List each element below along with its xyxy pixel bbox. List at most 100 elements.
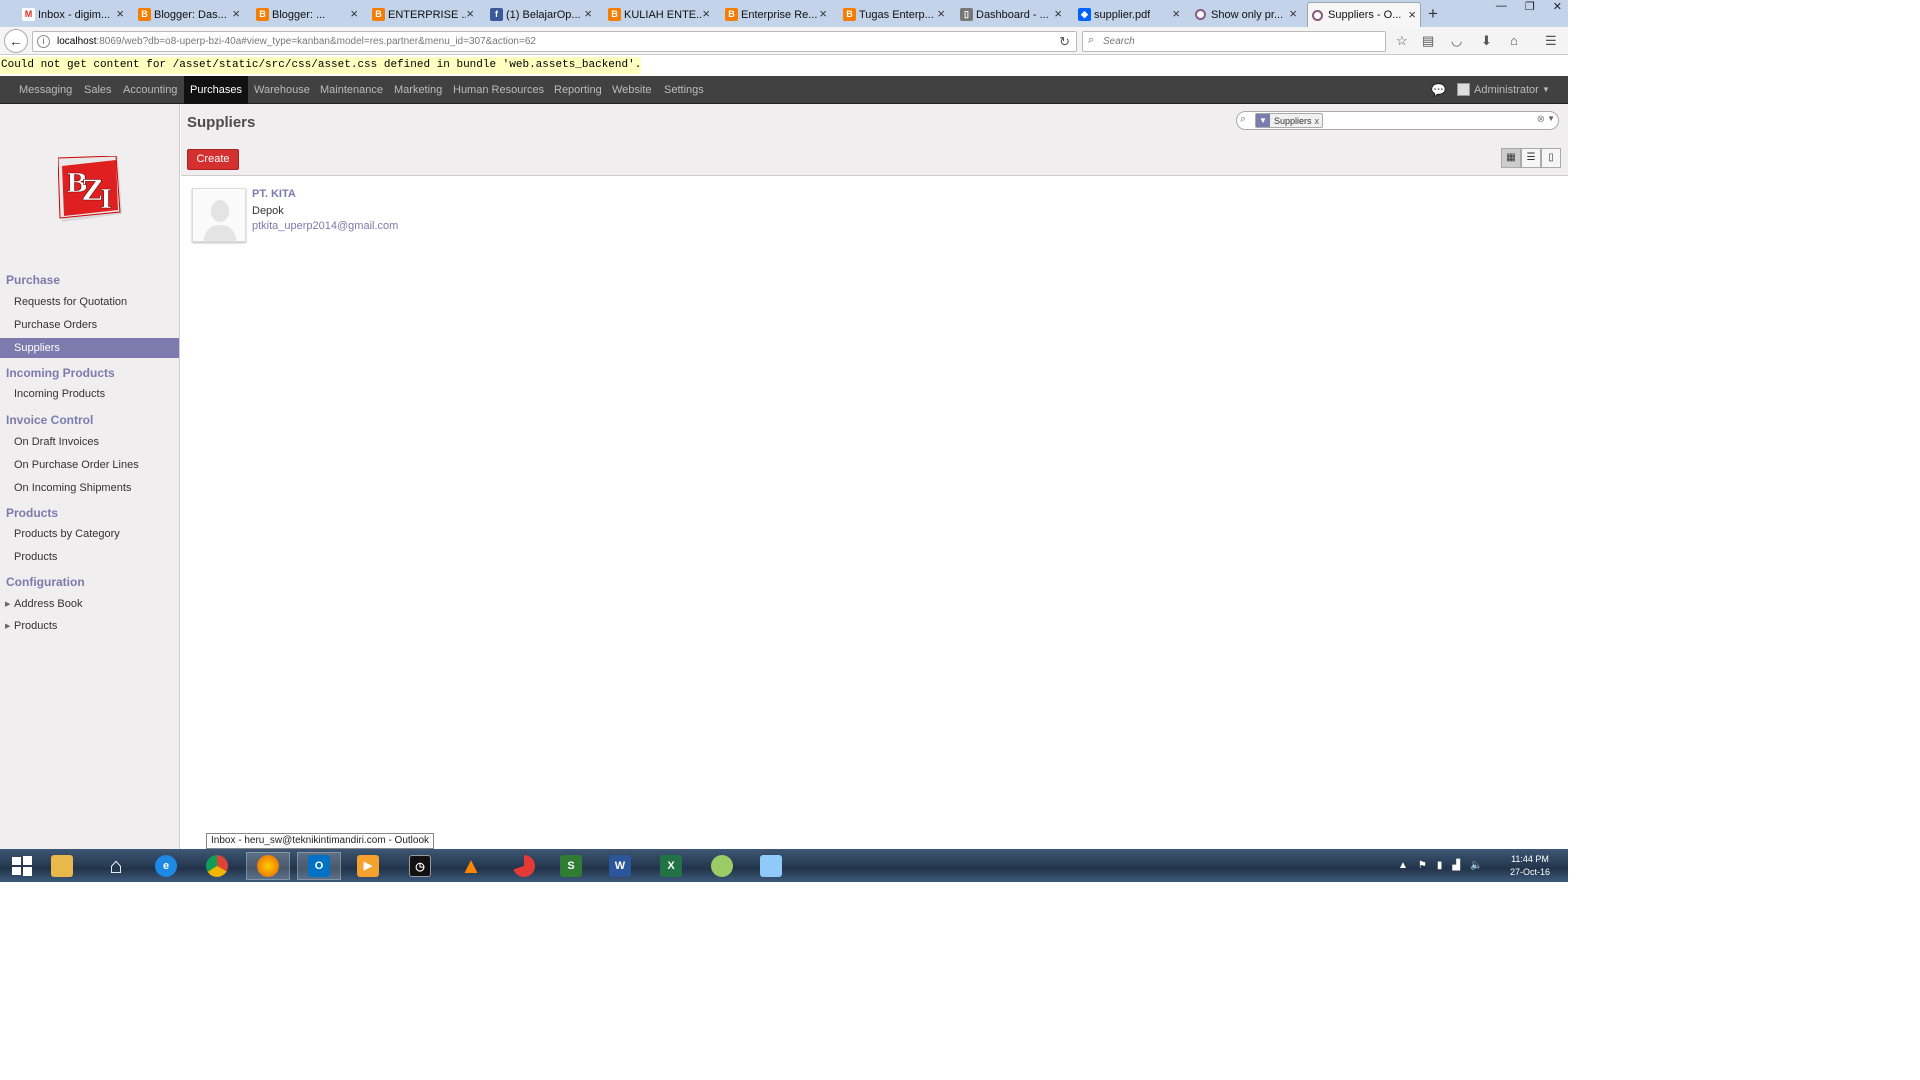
chrome-icon[interactable] bbox=[195, 852, 239, 880]
minimize-icon[interactable]: — bbox=[1496, 0, 1507, 13]
info-icon[interactable]: i bbox=[37, 35, 50, 48]
create-button[interactable]: Create bbox=[187, 149, 239, 170]
close-icon[interactable]: × bbox=[1408, 8, 1416, 21]
new-tab-icon[interactable]: + bbox=[1428, 4, 1438, 24]
pocket-icon[interactable]: ◡ bbox=[1451, 33, 1462, 49]
sidebar-item-on-purchase-order-lines[interactable]: On Purchase Order Lines bbox=[0, 455, 179, 475]
close-icon[interactable]: × bbox=[937, 7, 945, 20]
menu-item-accounting[interactable]: Accounting bbox=[117, 76, 183, 104]
menu-item-sales[interactable]: Sales bbox=[78, 76, 118, 104]
browser-tab[interactable]: ◆ supplier.pdf × bbox=[1074, 2, 1184, 27]
close-icon[interactable]: × bbox=[232, 7, 240, 20]
menu-item-human-resources[interactable]: Human Resources bbox=[447, 76, 550, 104]
browser-tab[interactable]: f (1) BelajarOp... × bbox=[486, 2, 596, 27]
volume-icon[interactable]: 🔈 bbox=[1470, 860, 1482, 871]
flag-icon[interactable]: ⚑ bbox=[1418, 860, 1427, 871]
close-icon[interactable]: × bbox=[584, 7, 592, 20]
kanban-view-button[interactable]: ▦ bbox=[1501, 148, 1521, 168]
browser-tab[interactable]: B Tugas Enterp... × bbox=[839, 2, 949, 27]
sidebar-item-purchase-orders[interactable]: Purchase Orders bbox=[0, 315, 179, 335]
browser-tab-active[interactable]: Suppliers - O... × bbox=[1307, 2, 1421, 27]
sidebar-item-requests-for-quotation[interactable]: Requests for Quotation bbox=[0, 292, 179, 312]
close-icon[interactable]: × bbox=[350, 7, 358, 20]
excel-icon[interactable]: X bbox=[649, 852, 693, 880]
reading-list-icon[interactable]: ▤ bbox=[1422, 33, 1434, 49]
sidebar-item-address-book[interactable]: Address Book bbox=[0, 594, 179, 614]
close-icon[interactable]: × bbox=[466, 7, 474, 20]
bookmark-star-icon[interactable]: ☆ bbox=[1396, 33, 1408, 49]
browser-tab[interactable]: ▯ Dashboard - ... × bbox=[956, 2, 1066, 27]
browser-tab[interactable]: B Enterprise Re... × bbox=[721, 2, 831, 27]
start-button[interactable] bbox=[0, 852, 44, 880]
close-window-icon[interactable]: ✕ bbox=[1553, 0, 1562, 13]
close-icon[interactable]: × bbox=[1289, 7, 1297, 20]
browser-tab[interactable]: B Blogger: ... × bbox=[252, 2, 362, 27]
menu-item-website[interactable]: Website bbox=[606, 76, 658, 104]
slides-icon[interactable]: S bbox=[549, 852, 593, 880]
sidebar-item-products-by-category[interactable]: Products by Category bbox=[0, 524, 179, 544]
loading-app-icon[interactable] bbox=[502, 852, 546, 880]
battery-icon[interactable]: ▮ bbox=[1437, 860, 1443, 871]
close-icon[interactable]: × bbox=[702, 7, 710, 20]
browser-tab[interactable]: B Blogger: Das... × bbox=[134, 2, 244, 27]
sidebar-item-on-incoming-shipments[interactable]: On Incoming Shipments bbox=[0, 478, 179, 498]
search-input[interactable]: ⌕ ▼ Suppliers x ⊗ ▼ bbox=[1236, 111, 1559, 130]
sidebar-item-on-draft-invoices[interactable]: On Draft Invoices bbox=[0, 432, 179, 452]
sidebar-item-suppliers[interactable]: Suppliers bbox=[0, 338, 179, 358]
partner-email[interactable]: ptkita_uperp2014@gmail.com bbox=[252, 220, 398, 232]
menu-item-reporting[interactable]: Reporting bbox=[548, 76, 608, 104]
clock-app-icon[interactable]: ◷ bbox=[398, 852, 442, 880]
paint-icon[interactable] bbox=[700, 852, 744, 880]
sidebar-item-products[interactable]: Products bbox=[0, 547, 179, 567]
reload-icon[interactable]: ↻ bbox=[1059, 34, 1070, 50]
close-icon[interactable]: × bbox=[1172, 7, 1180, 20]
outlook-icon[interactable]: O bbox=[297, 852, 341, 880]
url-bar[interactable]: i localhost:8069/web?db=o8-uperp-bzi-40a… bbox=[32, 31, 1077, 52]
chevron-down-icon[interactable]: ▼ bbox=[1547, 114, 1555, 123]
list-view-button[interactable]: ☰ bbox=[1521, 148, 1541, 168]
browser-tab[interactable]: M Inbox - digim... × bbox=[18, 2, 128, 27]
close-icon[interactable]: × bbox=[819, 7, 827, 20]
sidebar-item-config-products[interactable]: Products bbox=[0, 616, 179, 636]
browser-tab[interactable]: B KULIAH ENTE... × bbox=[604, 2, 714, 27]
clock[interactable]: 11:44 PM 27-Oct-16 bbox=[1505, 853, 1555, 879]
word-icon[interactable]: W bbox=[598, 852, 642, 880]
paint-glyph bbox=[711, 855, 733, 877]
firefox-icon[interactable] bbox=[246, 852, 290, 880]
avatar[interactable] bbox=[1457, 83, 1470, 96]
tray-expand-icon[interactable]: ▲ bbox=[1398, 860, 1408, 871]
close-icon[interactable]: × bbox=[116, 7, 124, 20]
partner-name[interactable]: PT. KITA bbox=[252, 188, 296, 200]
menu-item-purchases[interactable]: Purchases bbox=[184, 76, 248, 104]
internet-explorer-icon[interactable]: e bbox=[144, 852, 188, 880]
close-icon[interactable]: × bbox=[1054, 7, 1062, 20]
home-icon[interactable]: ⌂ bbox=[1510, 33, 1518, 48]
form-view-button[interactable]: ▯ bbox=[1541, 148, 1561, 168]
caret-down-icon[interactable]: ▼ bbox=[1542, 76, 1550, 104]
menu-item-settings[interactable]: Settings bbox=[658, 76, 710, 104]
menu-item-maintenance[interactable]: Maintenance bbox=[314, 76, 389, 104]
clear-search-icon[interactable]: ⊗ bbox=[1537, 114, 1545, 125]
file-explorer-icon[interactable] bbox=[40, 852, 84, 880]
browser-search-input[interactable]: ⌕ Search bbox=[1082, 31, 1386, 52]
home-icon[interactable]: ⌂ bbox=[94, 852, 138, 880]
menu-icon[interactable]: ☰ bbox=[1545, 33, 1557, 49]
facet-remove-icon[interactable]: x bbox=[1315, 116, 1323, 126]
browser-tab[interactable]: Show only pr... × bbox=[1191, 2, 1301, 27]
company-logo[interactable]: B Z I bbox=[57, 155, 122, 222]
monitor-app-icon[interactable] bbox=[749, 852, 793, 880]
menu-item-marketing[interactable]: Marketing bbox=[388, 76, 448, 104]
menu-item-warehouse[interactable]: Warehouse bbox=[248, 76, 316, 104]
chat-icon[interactable]: 💬 bbox=[1431, 83, 1446, 97]
back-icon[interactable]: ← bbox=[4, 29, 28, 53]
vlc-icon[interactable]: ▲ bbox=[449, 852, 493, 880]
media-player-icon[interactable]: ▶ bbox=[346, 852, 390, 880]
browser-tab[interactable]: B ENTERPRISE ... × bbox=[368, 2, 478, 27]
user-menu[interactable]: Administrator bbox=[1474, 76, 1539, 104]
menu-item-messaging[interactable]: Messaging bbox=[13, 76, 78, 104]
kanban-card[interactable]: PT. KITA Depok ptkita_uperp2014@gmail.co… bbox=[192, 187, 472, 245]
restore-icon[interactable]: ❐ bbox=[1525, 0, 1535, 13]
download-icon[interactable]: ⬇ bbox=[1481, 33, 1492, 49]
network-icon[interactable]: ▟ bbox=[1452, 860, 1460, 871]
sidebar-item-incoming-products[interactable]: Incoming Products bbox=[0, 384, 179, 404]
